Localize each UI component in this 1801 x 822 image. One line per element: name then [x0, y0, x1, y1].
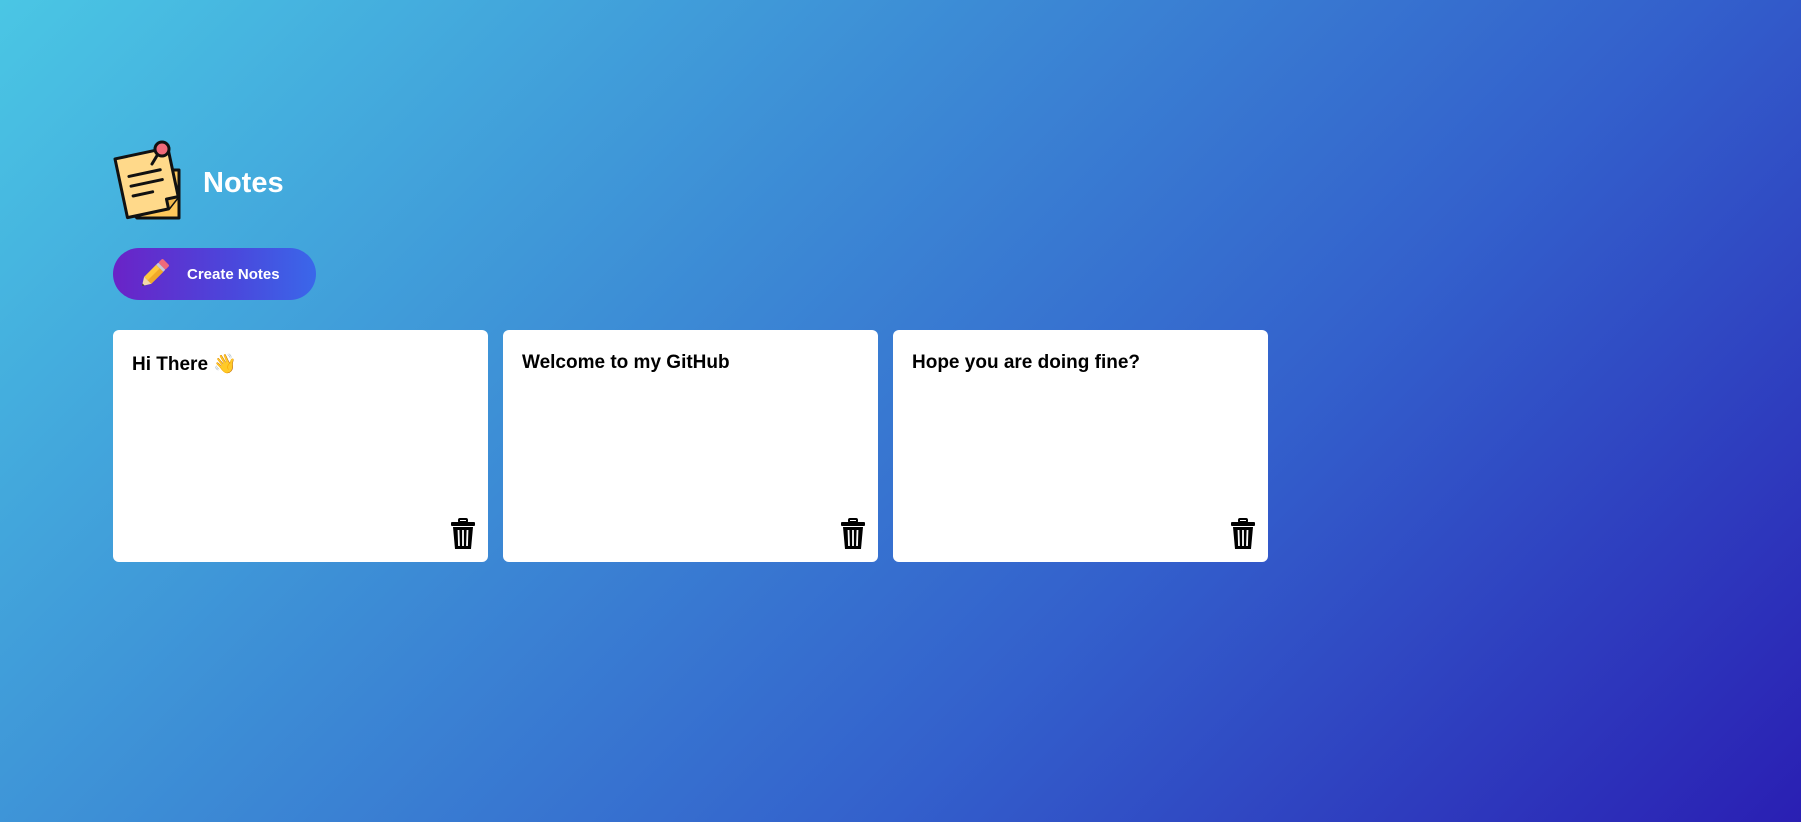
app-container: Notes Create Notes Hi There 👋 Welcome to…	[113, 140, 1268, 562]
note-text[interactable]: Welcome to my GitHub	[522, 352, 859, 374]
trash-icon[interactable]	[840, 518, 866, 550]
create-notes-button[interactable]: Create Notes	[113, 248, 316, 300]
create-notes-label: Create Notes	[187, 265, 280, 283]
note-text[interactable]: Hi There 👋	[132, 352, 469, 376]
page-title: Notes	[203, 166, 284, 199]
note-text[interactable]: Hope you are doing fine?	[912, 352, 1249, 374]
trash-icon[interactable]	[450, 518, 476, 550]
notes-list: Hi There 👋 Welcome to my GitHub Hope you…	[113, 330, 1268, 562]
pencil-icon	[135, 255, 173, 293]
trash-icon[interactable]	[1230, 518, 1256, 550]
note-card[interactable]: Welcome to my GitHub	[503, 330, 878, 562]
note-card[interactable]: Hope you are doing fine?	[893, 330, 1268, 562]
header: Notes	[113, 140, 1268, 222]
note-card[interactable]: Hi There 👋	[113, 330, 488, 562]
sticky-note-pin-icon	[113, 140, 185, 222]
